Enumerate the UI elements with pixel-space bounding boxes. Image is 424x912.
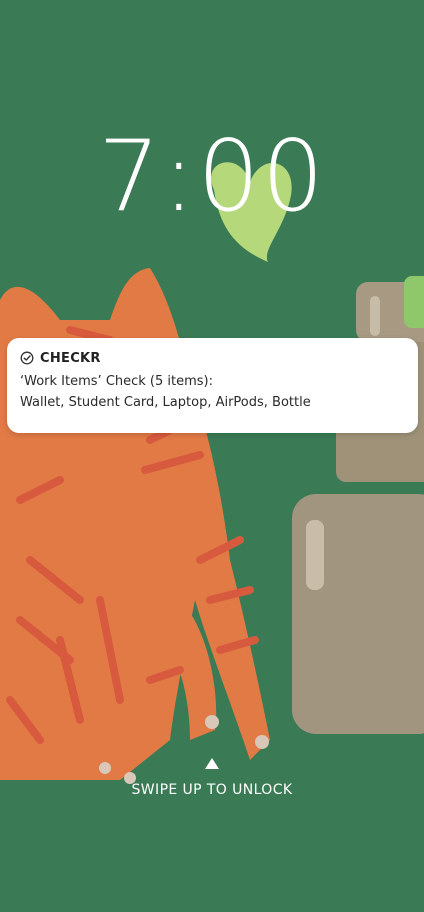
- clock-time: 7:00: [97, 120, 327, 234]
- notification-header: CHECKR: [20, 348, 405, 368]
- notification-title: ‘Work Items’ Check (5 items):: [20, 374, 214, 389]
- notification-card[interactable]: CHECKR ‘Work Items’ Check (5 items): Wal…: [7, 338, 418, 433]
- notification-app-name: CHECKR: [40, 350, 101, 366]
- swipe-up-label: SWIPE UP TO UNLOCK: [131, 782, 293, 798]
- swipe-up-area[interactable]: SWIPE UP TO UNLOCK: [0, 758, 424, 798]
- notification-body: Wallet, Student Card, Laptop, AirPods, B…: [20, 395, 311, 410]
- lock-screen: 7:00 CHECKR ‘Work Items’ Check (5 items)…: [0, 0, 424, 912]
- arrow-up-icon: [205, 758, 219, 769]
- check-circle-icon: [20, 351, 34, 365]
